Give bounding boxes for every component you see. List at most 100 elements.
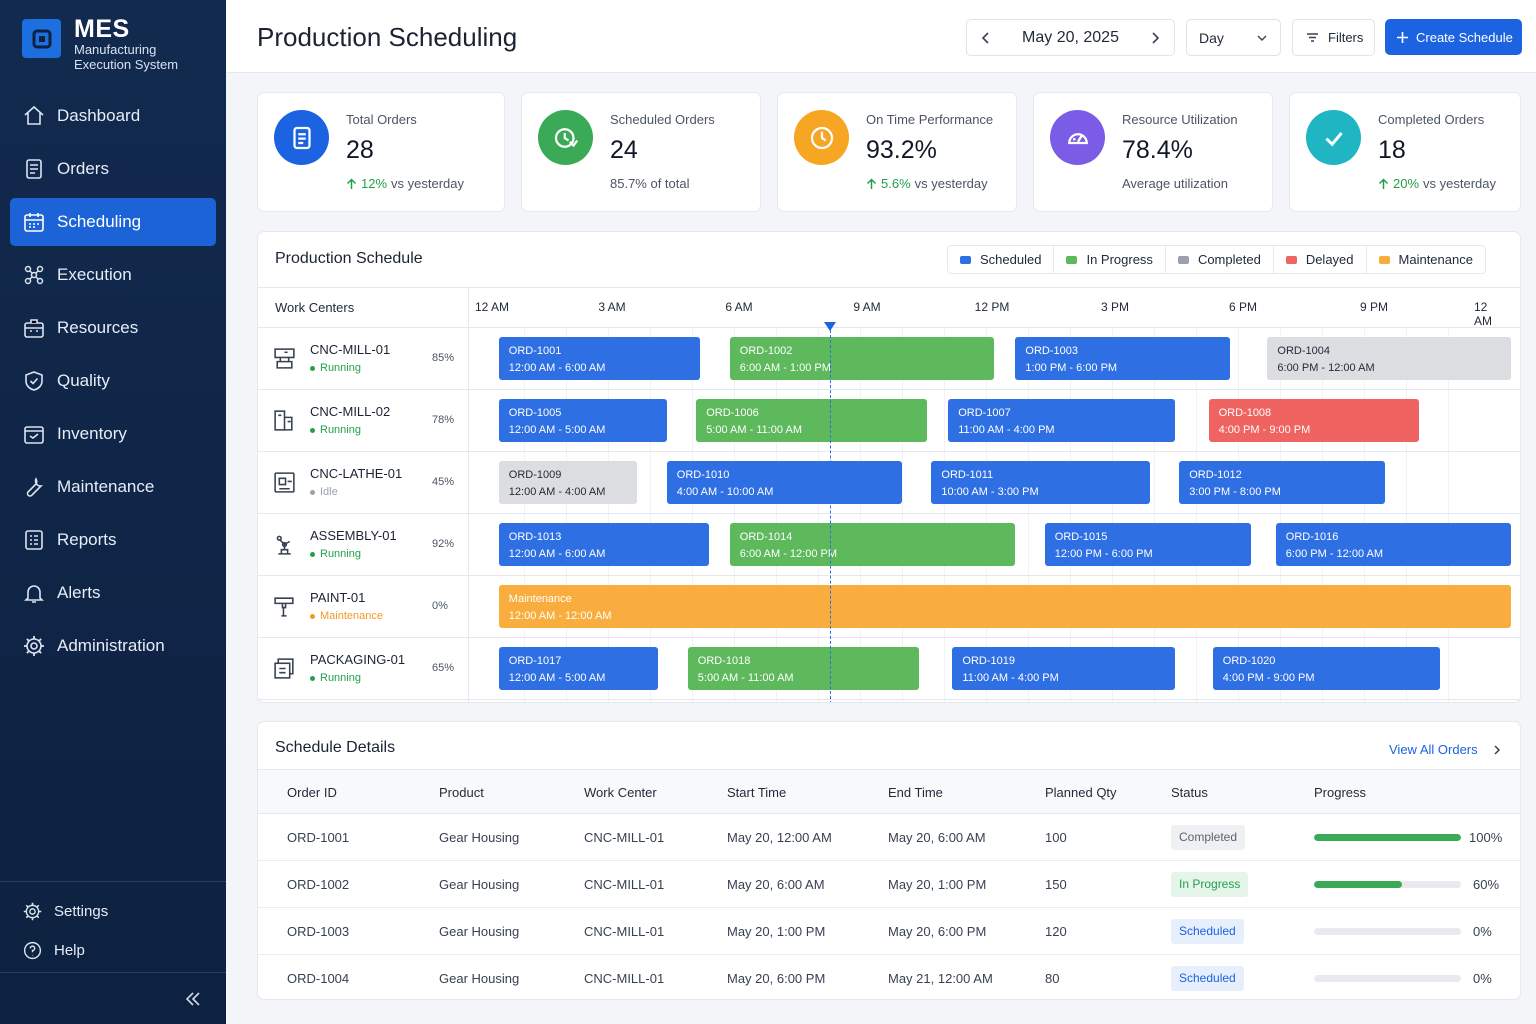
- schedule-bar[interactable]: ORD-1014 6:00 AM - 12:00 PM: [729, 523, 1016, 566]
- column-header-start-time[interactable]: Start Time: [727, 785, 786, 800]
- kpi-trend: 5.6% vs yesterday: [866, 176, 988, 191]
- sidebar-item-label: Dashboard: [57, 106, 141, 125]
- sidebar-item-administration[interactable]: Administration: [10, 622, 216, 670]
- table-row[interactable]: ORD-1002 Gear Housing CNC-MILL-01 May 20, 6…: [258, 861, 1520, 908]
- legend-swatch: [960, 255, 971, 264]
- sidebar-item-label: Alerts: [57, 583, 101, 602]
- legend-item-scheduled: Scheduled: [948, 246, 1055, 273]
- schedule-bar[interactable]: ORD-1001 12:00 AM - 6:00 AM: [498, 337, 701, 380]
- bar-order-id: ORD-1006: [706, 407, 759, 419]
- work-centers-header: Work Centers: [275, 300, 355, 315]
- view-all-label: View All Orders: [1389, 742, 1478, 757]
- schedule-bar[interactable]: ORD-1011 10:00 AM - 3:00 PM: [931, 461, 1150, 504]
- schedule-bar[interactable]: ORD-1020 4:00 PM - 9:00 PM: [1212, 647, 1440, 690]
- schedule-bar[interactable]: ORD-1013 12:00 AM - 6:00 AM: [498, 523, 709, 566]
- schedule-bar[interactable]: ORD-1004 6:00 PM - 12:00 AM: [1267, 337, 1511, 380]
- sidebar-item-execution[interactable]: Execution: [10, 251, 216, 299]
- status-badge: Completed: [1171, 825, 1246, 850]
- collapse-sidebar-button[interactable]: [0, 972, 226, 1024]
- gantt-row-cnc-lathe-01: CNC-LATHE-01 Idle 45% ORD-1009 12:00 AM - 4:…: [258, 452, 1520, 514]
- legend-label: Maintenance: [1398, 252, 1473, 267]
- sidebar-item-resources[interactable]: Resources: [10, 304, 216, 352]
- chevron-right-icon[interactable]: [1148, 31, 1162, 45]
- chevron-left-icon[interactable]: [979, 31, 993, 45]
- bar-time-range: 1:00 PM - 6:00 PM: [1025, 362, 1118, 374]
- create-schedule-button[interactable]: Create Schedule: [1385, 19, 1522, 55]
- schedule-bar[interactable]: ORD-1019 11:00 AM - 4:00 PM: [952, 647, 1175, 690]
- column-header-planned-qty[interactable]: Planned Qty: [1045, 785, 1117, 800]
- sidebar-item-reports[interactable]: Reports: [10, 516, 216, 564]
- sidebar-item-orders[interactable]: Orders: [10, 145, 216, 193]
- sidebar-item-settings[interactable]: Settings: [10, 894, 216, 928]
- kpi-icon-circle: [274, 110, 329, 165]
- sidebar-item-quality[interactable]: Quality: [10, 357, 216, 405]
- sidebar-item-help[interactable]: Help: [10, 933, 216, 967]
- sidebar-item-label: Scheduling: [57, 212, 142, 231]
- schedule-bar[interactable]: ORD-1007 11:00 AM - 4:00 PM: [948, 399, 1175, 442]
- bar-time-range: 12:00 AM - 6:00 AM: [508, 362, 606, 374]
- schedule-bar[interactable]: ORD-1012 3:00 PM - 8:00 PM: [1179, 461, 1385, 504]
- table-row[interactable]: ORD-1001 Gear Housing CNC-MILL-01 May 20, 1…: [258, 814, 1520, 861]
- kpi-label: Scheduled Orders: [610, 112, 715, 127]
- kpi-value: 93.2%: [866, 136, 937, 164]
- kpi-icon-circle: [1306, 110, 1361, 165]
- schedule-bar[interactable]: ORD-1003 1:00 PM - 6:00 PM: [1015, 337, 1230, 380]
- arrow-up-icon: [1378, 177, 1389, 189]
- sidebar-item-scheduling[interactable]: Scheduling: [10, 198, 216, 246]
- column-header-work-center[interactable]: Work Center: [584, 785, 657, 800]
- work-center-name[interactable]: CNC-LATHE-01: [310, 466, 402, 481]
- progress-bar: [1314, 881, 1461, 888]
- filters-label: Filters: [1328, 30, 1364, 45]
- work-center-status: Running: [310, 548, 361, 560]
- schedule-bar[interactable]: ORD-1017 12:00 AM - 5:00 AM: [498, 647, 659, 690]
- schedule-bar[interactable]: ORD-1016 6:00 PM - 12:00 AM: [1275, 523, 1511, 566]
- schedule-bar[interactable]: ORD-1018 5:00 AM - 11:00 AM: [687, 647, 919, 690]
- view-select[interactable]: Day: [1186, 19, 1281, 56]
- mill2-icon: [274, 410, 293, 431]
- current-time-marker: [824, 322, 836, 331]
- bar-order-id: ORD-1011: [941, 469, 994, 481]
- filters-button[interactable]: Filters: [1292, 19, 1375, 56]
- schedule-bar[interactable]: Maintenance 12:00 AM - 12:00 AM: [498, 585, 1511, 628]
- schedule-bar[interactable]: ORD-1006 5:00 AM - 11:00 AM: [696, 399, 928, 442]
- status-dot: [310, 613, 315, 619]
- schedule-bar[interactable]: ORD-1008 4:00 PM - 9:00 PM: [1208, 399, 1419, 442]
- schedule-bar[interactable]: ORD-1009 12:00 AM - 4:00 AM: [498, 461, 638, 504]
- legend-item-delayed: Delayed: [1274, 246, 1367, 273]
- gantt-title: Production Schedule: [275, 250, 423, 267]
- column-header-status[interactable]: Status: [1171, 785, 1208, 800]
- work-center-name[interactable]: ASSEMBLY-01: [310, 528, 397, 543]
- gantt-legend: Scheduled In Progress Completed Delayed Main…: [947, 245, 1486, 274]
- work-center-name[interactable]: CNC-MILL-01: [310, 342, 390, 357]
- work-center-status-label: Running: [320, 672, 361, 684]
- legend-item-completed: Completed: [1166, 246, 1274, 273]
- calendar-icon: [24, 213, 44, 232]
- work-center-name[interactable]: PAINT-01: [310, 590, 365, 605]
- work-center-utilization: 78%: [432, 414, 455, 426]
- work-center-name[interactable]: CNC-MILL-02: [310, 404, 390, 419]
- bar-order-id: ORD-1003: [1025, 345, 1078, 357]
- sidebar-item-dashboard[interactable]: Dashboard: [10, 92, 216, 140]
- sidebar-item-alerts[interactable]: Alerts: [10, 569, 216, 617]
- spray-gun-icon: [274, 597, 294, 617]
- chevron-right-icon: [1494, 744, 1500, 755]
- table-row[interactable]: ORD-1004 Gear Housing CNC-MILL-01 May 20, 6…: [258, 955, 1520, 999]
- sidebar-item-inventory[interactable]: Inventory: [10, 410, 216, 458]
- view-all-orders-link[interactable]: View All Orders: [1389, 742, 1502, 757]
- date-picker[interactable]: May 20, 2025: [966, 19, 1175, 56]
- schedule-bar[interactable]: ORD-1010 4:00 AM - 10:00 AM: [666, 461, 902, 504]
- kpi-trend-text: vs yesterday: [391, 176, 465, 191]
- column-header-end-time[interactable]: End Time: [888, 785, 943, 800]
- column-header-product[interactable]: Product: [439, 785, 484, 800]
- bell-icon: [24, 585, 44, 603]
- schedule-bar[interactable]: ORD-1015 12:00 PM - 6:00 PM: [1044, 523, 1251, 566]
- sidebar-item-label: Inventory: [57, 424, 127, 443]
- sidebar-item-maintenance[interactable]: Maintenance: [10, 463, 216, 511]
- schedule-bar[interactable]: ORD-1002 6:00 AM - 1:00 PM: [729, 337, 995, 380]
- table-row[interactable]: ORD-1003 Gear Housing CNC-MILL-01 May 20, 1…: [258, 908, 1520, 955]
- schedule-bar[interactable]: ORD-1005 12:00 AM - 5:00 AM: [498, 399, 667, 442]
- column-header-progress[interactable]: Progress: [1314, 785, 1366, 800]
- column-header-order-id[interactable]: Order ID: [287, 785, 337, 800]
- work-center-name[interactable]: PACKAGING-01: [310, 652, 405, 667]
- bar-order-id: ORD-1018: [697, 655, 751, 667]
